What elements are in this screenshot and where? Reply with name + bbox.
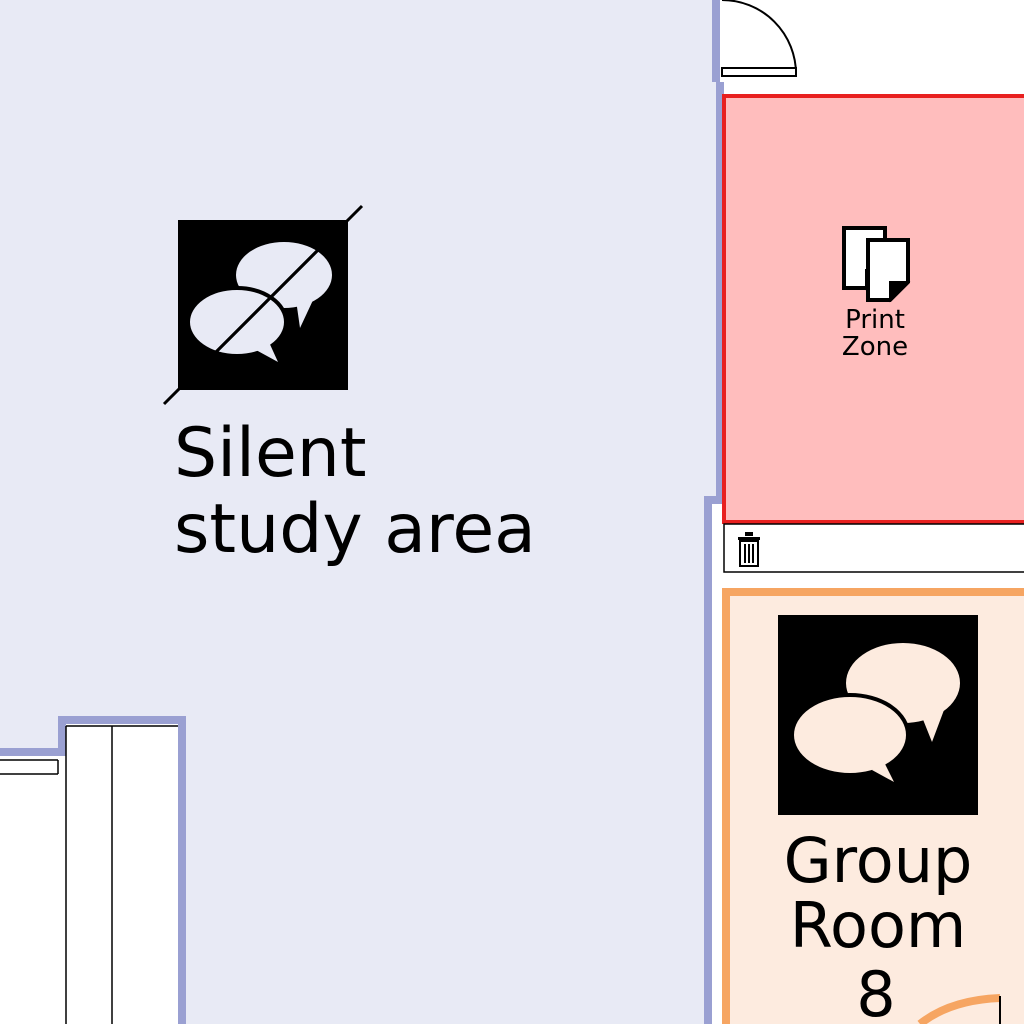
print-zone-label-line2: Zone — [842, 332, 908, 362]
print-zone[interactable]: Print Zone — [722, 94, 1024, 524]
speech-bubbles-icon — [778, 615, 978, 815]
stairwell — [0, 724, 178, 1024]
print-zone-label-line1: Print — [845, 305, 905, 335]
floor-plan-map: Print Zone Group Room 8 Silent study are… — [0, 0, 1024, 1024]
silent-area-label-line1: Silent — [174, 414, 367, 493]
group-room-label-line1: Group — [784, 824, 973, 897]
corridor-strip — [723, 523, 1024, 573]
printer-pages-icon — [842, 226, 911, 303]
no-talking-icon — [162, 204, 364, 406]
group-room-label-line2: Room — [790, 889, 967, 962]
group-room-label-line3: 8 — [856, 958, 895, 1024]
silent-area-label-line2: study area — [174, 490, 536, 569]
group-room-8[interactable]: Group Room 8 — [722, 588, 1024, 1024]
